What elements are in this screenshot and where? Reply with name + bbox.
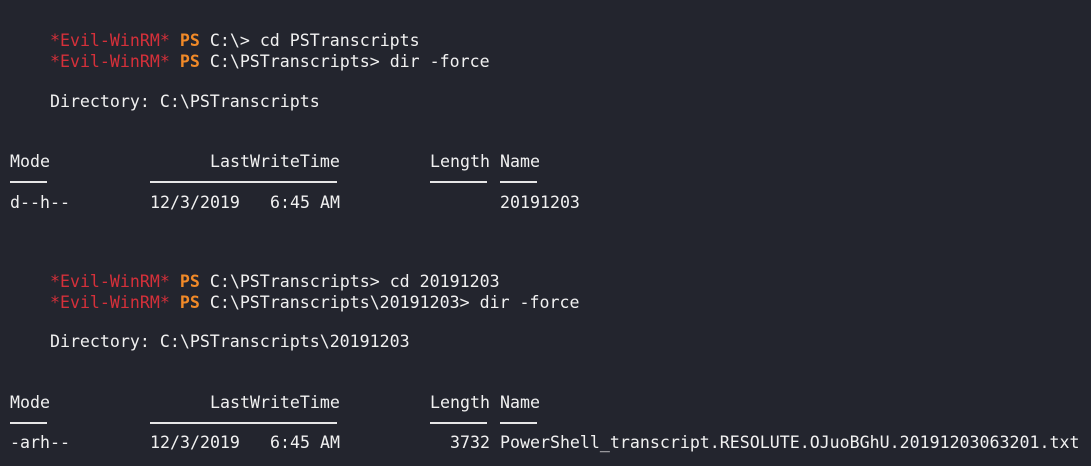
header-underline	[10, 181, 47, 183]
cell-mode: -arh--	[10, 433, 70, 452]
header-underline	[10, 422, 47, 424]
ps-label: PS	[179, 52, 200, 71]
evil-winrm-label: *Evil-WinRM*	[49, 293, 170, 312]
cell-name: PowerShell_transcript.RESOLUTE.OJuoBGhU.…	[500, 433, 1080, 452]
header-underline	[430, 181, 487, 183]
directory-line: Directory: C:\PSTranscripts	[10, 92, 320, 111]
prompt-line: *Evil-WinRM* PS C:\PSTranscripts\2019120…	[10, 273, 580, 312]
header-length: Length	[430, 152, 490, 171]
cell-name: 20191203	[500, 193, 580, 212]
header-underline	[150, 181, 337, 183]
prompt-line: *Evil-WinRM* PS C:\> cd PSTranscripts	[10, 11, 420, 50]
cell-time: 6:45 AM	[270, 193, 340, 212]
header-underline	[430, 422, 487, 424]
header-underline	[500, 422, 537, 424]
command-text: dir -force	[479, 293, 580, 312]
cell-mode: d--h--	[10, 193, 70, 212]
cell-date: 12/3/2019	[150, 193, 240, 212]
ps-label: PS	[179, 293, 200, 312]
header-underline	[150, 422, 337, 424]
prompt-path: C:\PSTranscripts\20191203>	[209, 293, 470, 312]
cell-length: 3732	[450, 433, 490, 452]
header-mode: Mode	[10, 152, 50, 171]
prompt-path: C:\PSTranscripts>	[209, 52, 380, 71]
directory-line: Directory: C:\PSTranscripts\20191203	[10, 332, 410, 351]
prompt-line: *Evil-WinRM* PS C:\PSTranscripts> dir -f…	[10, 32, 490, 71]
header-underline	[500, 181, 537, 183]
cell-time: 6:45 AM	[270, 433, 340, 452]
header-name: Name	[500, 152, 540, 171]
header-lastwritetime: LastWriteTime	[210, 393, 340, 412]
cell-date: 12/3/2019	[150, 433, 240, 452]
evil-winrm-label: *Evil-WinRM*	[49, 52, 170, 71]
terminal-window[interactable]: *Evil-WinRM* PS C:\> cd PSTranscripts *E…	[0, 0, 1091, 466]
header-lastwritetime: LastWriteTime	[210, 152, 340, 171]
header-name: Name	[500, 393, 540, 412]
header-mode: Mode	[10, 393, 50, 412]
prompt-line: *Evil-WinRM* PS C:\PSTranscripts> cd 201…	[10, 252, 500, 291]
command-text: dir -force	[389, 52, 490, 71]
header-length: Length	[430, 393, 490, 412]
